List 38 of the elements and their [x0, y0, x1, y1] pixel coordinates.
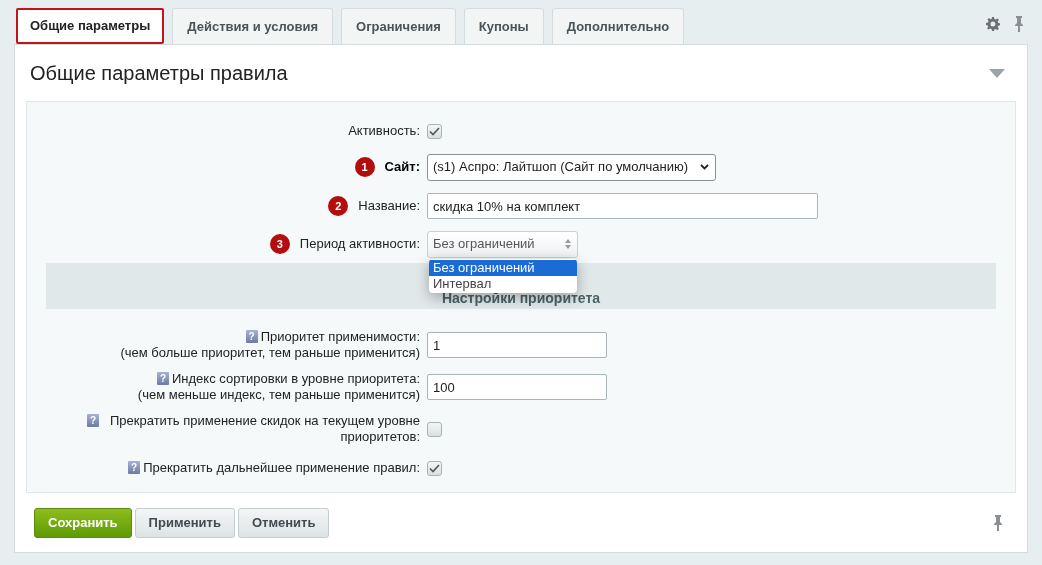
tab[interactable]: Дополнительно [551, 8, 685, 44]
number-badge: 1 [354, 157, 375, 177]
action-button[interactable]: Применить [134, 508, 235, 538]
tab[interactable]: Ограничения [341, 8, 456, 44]
field-label: Период активности: [299, 235, 420, 254]
settings-icon[interactable] [986, 17, 1000, 31]
field-label: Индекс сортировки в уровне приоритета: [172, 371, 420, 387]
number-badge: 2 [328, 196, 349, 216]
tab[interactable]: Купоны [463, 8, 544, 44]
checkbox[interactable] [427, 421, 442, 437]
field-label: Сайт: [384, 158, 420, 177]
panel-title: Общие параметры правила [30, 61, 288, 86]
dropdown-option[interactable]: Без ограничений [429, 259, 577, 276]
field-label: Название: [358, 197, 420, 216]
field-label: Приоритет применимости: [260, 329, 420, 345]
dropdown-option[interactable]: Интервал [429, 275, 577, 292]
checkbox[interactable] [427, 460, 442, 476]
field-label: Активность: [348, 122, 420, 141]
number-badge: 3 [269, 234, 290, 254]
checkbox[interactable] [427, 123, 442, 139]
site-select[interactable]: (s1) Аспро: Лайтшоп (Сайт по умолчанию) [427, 153, 716, 181]
collapse-icon[interactable] [989, 68, 1005, 78]
period-select[interactable]: Без ограничений [427, 230, 578, 258]
input-field[interactable]: скидка 10% на комплект [427, 193, 818, 219]
input-field[interactable]: 100 [427, 374, 607, 400]
field-label: Прекратить дальнейшее применение правил: [143, 460, 420, 476]
tab[interactable]: Действия и условия [172, 8, 334, 44]
sort-arrows-icon [565, 239, 571, 249]
pin-icon[interactable] [993, 515, 1003, 531]
section-title: Настройки приоритета [441, 290, 601, 308]
chevron-icon [700, 164, 709, 170]
action-button[interactable]: Отменить [237, 508, 330, 538]
tab[interactable]: Общие параметры [16, 8, 165, 44]
field-hint: (чем больше приоритет, тем раньше применится) [120, 345, 420, 361]
field-label: Прекратить применение скидок на текущем уровне приоритетов: [108, 413, 420, 445]
field-hint: (чем меньше индекс, тем раньше применится) [137, 387, 420, 403]
input-field[interactable]: 1 [427, 332, 607, 358]
pin-icon[interactable] [1014, 16, 1024, 32]
